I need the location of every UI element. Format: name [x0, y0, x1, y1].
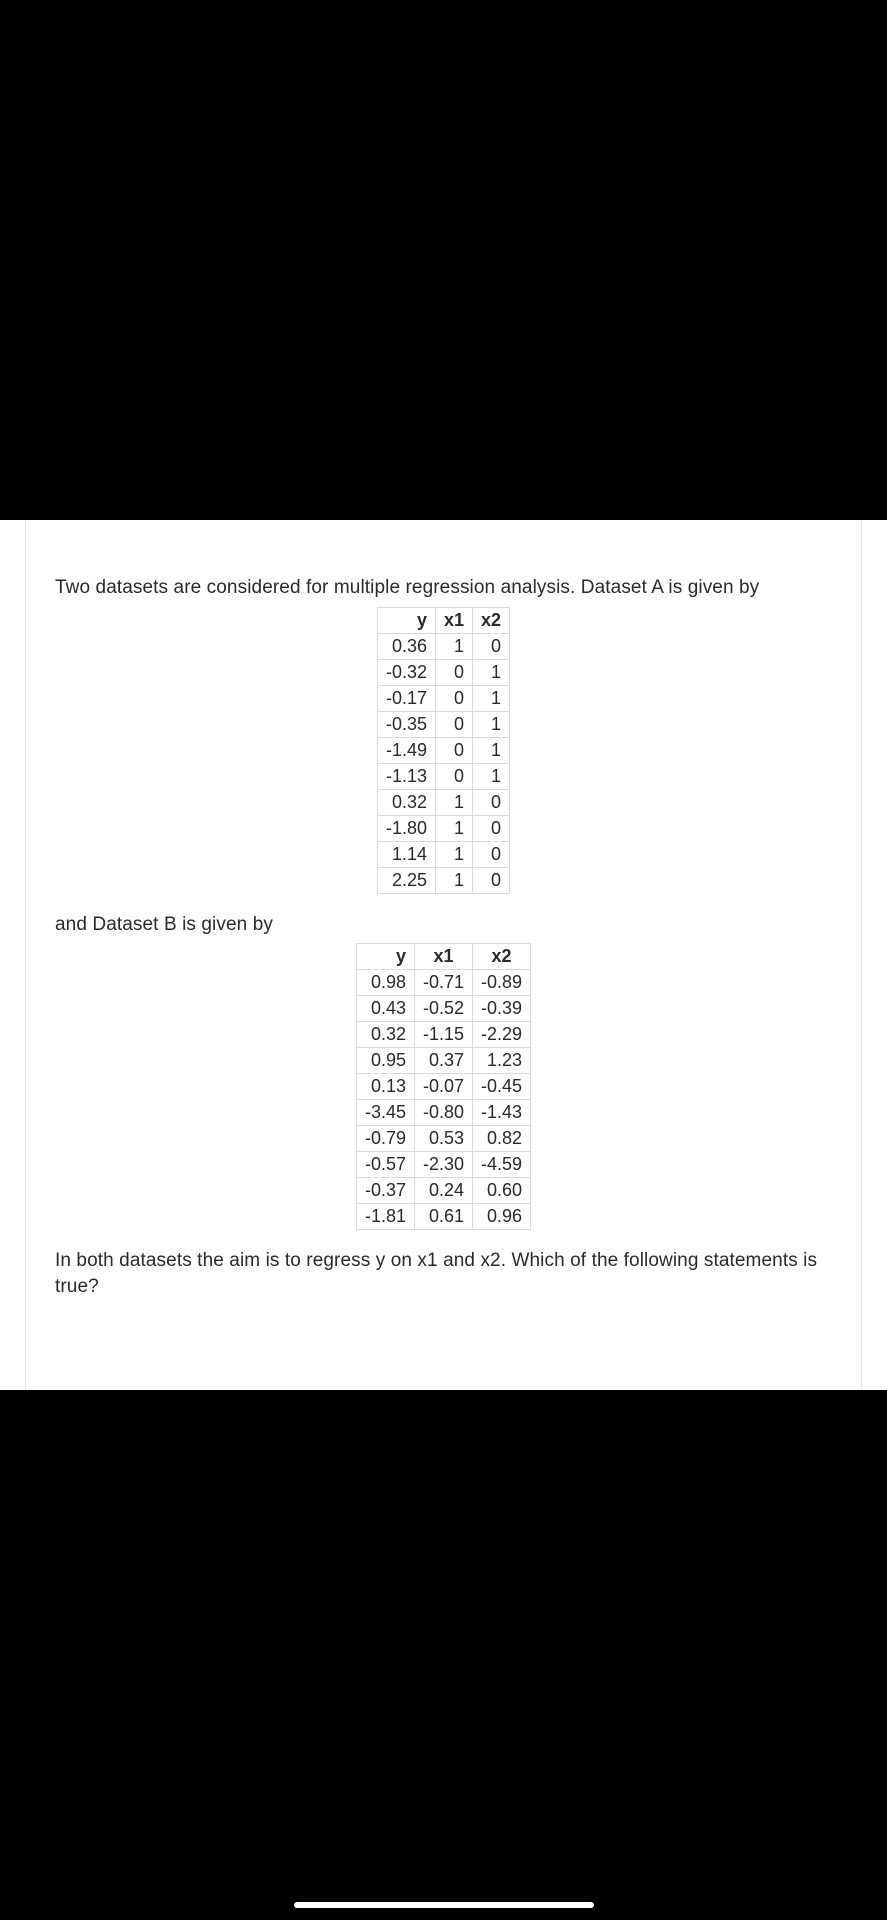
table-cell: -0.37	[356, 1178, 414, 1204]
table-cell: -2.29	[473, 1022, 531, 1048]
dataset-b-table: y x1 x2 0.98-0.71-0.890.43-0.52-0.390.32…	[356, 943, 531, 1230]
table-cell: -1.43	[473, 1100, 531, 1126]
table-row: 0.3210	[377, 789, 509, 815]
table-cell: 0	[473, 815, 510, 841]
table-cell: -2.30	[414, 1152, 472, 1178]
table-cell: 1	[473, 659, 510, 685]
viewport: Two datasets are considered for multiple…	[0, 0, 887, 1920]
table-row: -1.8010	[377, 815, 509, 841]
table-cell: 0	[473, 867, 510, 893]
table-cell: -0.79	[356, 1126, 414, 1152]
table-cell: -1.80	[377, 815, 435, 841]
table-cell: -0.89	[473, 970, 531, 996]
table-cell: -0.45	[473, 1074, 531, 1100]
table-row: -1.810.610.96	[356, 1204, 530, 1230]
table-row: 0.43-0.52-0.39	[356, 996, 530, 1022]
table-cell: 0.37	[414, 1048, 472, 1074]
table-cell: -0.71	[414, 970, 472, 996]
table-cell: 0.24	[414, 1178, 472, 1204]
table-header-row: y x1 x2	[377, 607, 509, 633]
table-row: -0.57-2.30-4.59	[356, 1152, 530, 1178]
table-cell: 0.82	[473, 1126, 531, 1152]
table-cell: -1.13	[377, 763, 435, 789]
table-cell: -0.17	[377, 685, 435, 711]
table-cell: -0.80	[414, 1100, 472, 1126]
table-cell: 0.61	[414, 1204, 472, 1230]
document-page: Two datasets are considered for multiple…	[0, 520, 887, 1390]
table-cell: 0	[473, 633, 510, 659]
table-row: -0.370.240.60	[356, 1178, 530, 1204]
table-cell: -4.59	[473, 1152, 531, 1178]
table-cell: 0	[435, 685, 472, 711]
table-cell: 1	[435, 815, 472, 841]
table-row: 2.2510	[377, 867, 509, 893]
table-cell: 0	[435, 659, 472, 685]
table-cell: -0.35	[377, 711, 435, 737]
col-header: x2	[473, 607, 510, 633]
intro-text: Two datasets are considered for multiple…	[55, 575, 832, 601]
table-cell: 1	[473, 737, 510, 763]
table-cell: -1.15	[414, 1022, 472, 1048]
table-cell: 0.36	[377, 633, 435, 659]
table-cell: -0.07	[414, 1074, 472, 1100]
table-cell: -0.52	[414, 996, 472, 1022]
table-cell: 0	[473, 841, 510, 867]
table-cell: 1	[435, 633, 472, 659]
table-row: 0.13-0.07-0.45	[356, 1074, 530, 1100]
table-row: 0.950.371.23	[356, 1048, 530, 1074]
table-row: 0.32-1.15-2.29	[356, 1022, 530, 1048]
table-header-row: y x1 x2	[356, 944, 530, 970]
page-content: Two datasets are considered for multiple…	[25, 520, 862, 1390]
table-cell: -1.49	[377, 737, 435, 763]
table-row: -1.1301	[377, 763, 509, 789]
table-cell: 2.25	[377, 867, 435, 893]
table-cell: 1.23	[473, 1048, 531, 1074]
table-cell: 0.32	[356, 1022, 414, 1048]
table-row: -1.4901	[377, 737, 509, 763]
table-cell: 0.13	[356, 1074, 414, 1100]
table-row: -0.790.530.82	[356, 1126, 530, 1152]
table-cell: 0.96	[473, 1204, 531, 1230]
table-row: -0.3501	[377, 711, 509, 737]
table-cell: -1.81	[356, 1204, 414, 1230]
table-cell: -0.57	[356, 1152, 414, 1178]
table-row: 0.98-0.71-0.89	[356, 970, 530, 996]
table-cell: 1	[435, 841, 472, 867]
table-cell: 0.60	[473, 1178, 531, 1204]
table-cell: 0	[435, 763, 472, 789]
table-cell: -3.45	[356, 1100, 414, 1126]
table-cell: 1.14	[377, 841, 435, 867]
table-row: -3.45-0.80-1.43	[356, 1100, 530, 1126]
table-cell: 0.32	[377, 789, 435, 815]
table-cell: -0.39	[473, 996, 531, 1022]
col-header: x2	[473, 944, 531, 970]
table-row: 0.3610	[377, 633, 509, 659]
outro-text: In both datasets the aim is to regress y…	[55, 1248, 832, 1299]
table-cell: 1	[435, 867, 472, 893]
col-header: y	[377, 607, 435, 633]
table-cell: 0	[473, 789, 510, 815]
dataset-a-table: y x1 x2 0.3610-0.3201-0.1701-0.3501-1.49…	[377, 607, 510, 894]
col-header: x1	[435, 607, 472, 633]
home-indicator[interactable]	[294, 1902, 594, 1908]
table-cell: 0.53	[414, 1126, 472, 1152]
table-cell: 1	[473, 763, 510, 789]
col-header: x1	[414, 944, 472, 970]
table-cell: 0	[435, 711, 472, 737]
table-cell: 0.43	[356, 996, 414, 1022]
table-row: -0.1701	[377, 685, 509, 711]
table-cell: -0.32	[377, 659, 435, 685]
mid-text: and Dataset B is given by	[55, 912, 832, 938]
table-cell: 1	[435, 789, 472, 815]
table-cell: 0	[435, 737, 472, 763]
table-cell: 0.95	[356, 1048, 414, 1074]
table-cell: 1	[473, 685, 510, 711]
table-cell: 1	[473, 711, 510, 737]
table-row: 1.1410	[377, 841, 509, 867]
table-row: -0.3201	[377, 659, 509, 685]
col-header: y	[356, 944, 414, 970]
table-cell: 0.98	[356, 970, 414, 996]
